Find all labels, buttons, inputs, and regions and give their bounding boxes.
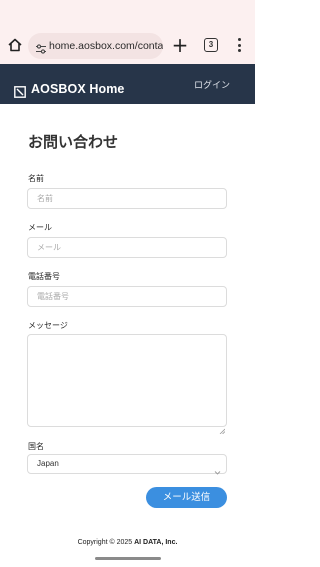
email-label: メール (28, 223, 52, 232)
email-field[interactable]: メール (27, 237, 227, 258)
country-select[interactable]: Japan (27, 454, 227, 475)
message-textarea[interactable] (27, 334, 227, 435)
brand-logo-icon (14, 83, 26, 98)
site-header: AOSBOX Home ログイン (0, 64, 255, 104)
resize-grip-icon[interactable] (219, 419, 226, 435)
country-label: 国名 (28, 442, 44, 451)
brand-name: AOSBOX Home (31, 82, 125, 96)
brand-link[interactable]: AOSBOX Home (14, 82, 125, 98)
page-title: お問い合わせ (28, 133, 119, 151)
status-bar (0, 0, 255, 28)
more-menu-icon[interactable] (236, 38, 242, 54)
name-label: 名前 (28, 174, 44, 183)
name-field[interactable]: 名前 (27, 188, 227, 209)
tab-switcher-icon[interactable]: 3 (204, 38, 218, 52)
phone-field[interactable]: 電話番号 (27, 286, 227, 307)
login-link[interactable]: ログイン (194, 78, 230, 91)
browser-toolbar: home.aosbox.com/conta + 3 (0, 28, 255, 64)
address-bar[interactable]: home.aosbox.com/conta (28, 33, 163, 59)
company-name: AI DATA, Inc. (134, 539, 178, 546)
footer-copyright: Copyright © 2025 AI DATA, Inc. (0, 539, 255, 546)
name-placeholder: 名前 (37, 194, 53, 203)
new-tab-icon[interactable]: + (171, 35, 189, 55)
home-icon[interactable] (6, 36, 24, 54)
send-email-button[interactable]: メール送信 (146, 487, 227, 508)
phone-placeholder: 電話番号 (37, 292, 69, 301)
gesture-bar (95, 557, 161, 560)
country-value: Japan (37, 459, 59, 468)
message-label: メッセージ (28, 321, 68, 330)
url-text: home.aosbox.com/conta (49, 40, 163, 52)
email-placeholder: メール (37, 243, 61, 252)
site-settings-icon[interactable] (35, 40, 47, 54)
copyright-prefix: Copyright © 2025 (77, 539, 135, 546)
chevron-down-icon (214, 461, 221, 475)
phone-label: 電話番号 (28, 272, 60, 281)
